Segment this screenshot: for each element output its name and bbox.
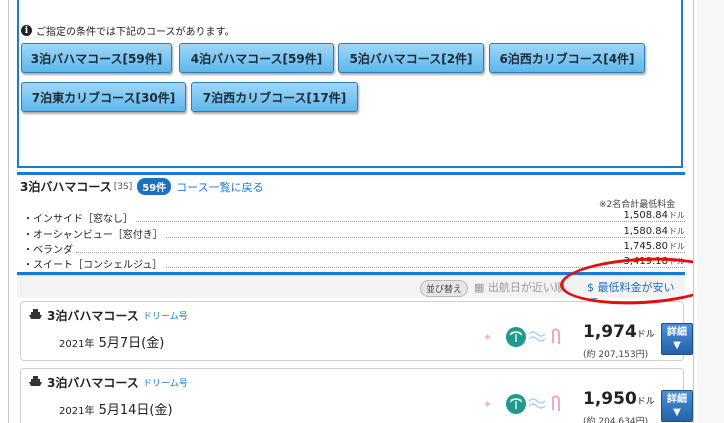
course-button-5night-bahamas[interactable]: 5泊バハマコース[2件] bbox=[338, 43, 484, 73]
info-icon: i bbox=[21, 25, 32, 36]
cabin-price-row: ・オーシャンビュー［窓付き］ 1,580.84ドル bbox=[23, 226, 685, 241]
notice: i ご指定の条件では下記のコースがあります。 bbox=[21, 23, 235, 38]
sort-label: 並び替え bbox=[420, 280, 469, 297]
course-button-7night-east-caribbean[interactable]: 7泊東カリブコース[30件] bbox=[21, 82, 186, 112]
triangle-down-icon: ▼ bbox=[673, 340, 681, 351]
ship-icon bbox=[29, 376, 42, 386]
detail-button[interactable]: 詳細 ▼ bbox=[661, 323, 693, 355]
cabin-label: ・ベランダ bbox=[23, 241, 76, 256]
cabin-price: 1,508.84ドル bbox=[620, 210, 685, 221]
result-card: 3泊バハマコース ドリーム号 2021年 5月7日(金) ✦ 1,974ドル (… bbox=[20, 301, 693, 361]
triangle-down-icon: ▼ bbox=[673, 407, 681, 418]
cabin-price: 1,580.84ドル bbox=[620, 226, 685, 237]
main-frame: i ご指定の条件では下記のコースがあります。 3泊バハマコース[59件] 4泊バ… bbox=[8, 0, 694, 423]
section-divider bbox=[17, 172, 685, 175]
result-price: 1,950ドル bbox=[583, 389, 655, 409]
sort-by-date[interactable]: ▦ 出航日が近い順 bbox=[474, 279, 565, 295]
back-to-list-link[interactable]: コース一覧に戻る bbox=[176, 179, 263, 195]
result-course-name: 3泊バハマコース bbox=[47, 309, 139, 323]
cabin-label: ・スイート［コンシェルジュ］ bbox=[23, 256, 166, 271]
result-departure-date: 2021年 5月7日(金) bbox=[59, 336, 165, 351]
course-button-4night-bahamas[interactable]: 4泊バハマコース[59件] bbox=[179, 43, 334, 73]
course-button-7night-west-caribbean[interactable]: 7泊西カリブコース[17件] bbox=[191, 82, 358, 112]
result-course-name: 3泊バハマコース bbox=[47, 376, 139, 390]
cabin-price-row: ・インサイド［窓なし］ 1,508.84ドル bbox=[23, 210, 685, 225]
result-yen-price: (約 207,153円) bbox=[583, 350, 649, 360]
dotted-leader bbox=[23, 252, 685, 253]
course-header: 3泊バハマコース [3S] 59件 コース一覧に戻る bbox=[20, 178, 264, 195]
cabin-label: ・インサイド［窓なし］ bbox=[23, 210, 136, 225]
notice-text: ご指定の条件では下記のコースがあります。 bbox=[36, 27, 235, 38]
svg-text:✦: ✦ bbox=[483, 331, 492, 344]
count-badge: 59件 bbox=[137, 178, 172, 195]
course-code: [3S] bbox=[113, 181, 133, 192]
result-ship-name[interactable]: ドリーム号 bbox=[143, 376, 188, 389]
cabin-price-row: ・ベランダ 1,745.80ドル bbox=[23, 241, 685, 256]
result-card: 3泊バハマコース ドリーム号 2021年 5月14日(金) ✦ 1,950ドル … bbox=[20, 368, 693, 423]
result-price: 1,974ドル bbox=[583, 322, 655, 342]
destination-icons: ✦ bbox=[483, 327, 560, 347]
svg-text:✦: ✦ bbox=[483, 398, 492, 411]
course-title: 3泊バハマコース bbox=[20, 180, 112, 194]
result-departure-date: 2021年 5月14日(金) bbox=[59, 403, 173, 418]
ship-icon bbox=[29, 309, 42, 319]
price-note: ※2名合計最低料金 bbox=[599, 200, 676, 210]
cabin-label: ・オーシャンビュー［窓付き］ bbox=[23, 226, 166, 241]
result-yen-price: (約 204,634円) bbox=[583, 417, 649, 423]
course-button-3night-bahamas[interactable]: 3泊バハマコース[59件] bbox=[21, 43, 172, 73]
detail-button[interactable]: 詳細 ▼ bbox=[661, 390, 693, 422]
destination-icons: ✦ bbox=[483, 394, 560, 414]
page-margin bbox=[697, 0, 724, 423]
calendar-icon: ▦ bbox=[474, 281, 485, 294]
cabin-price: 1,745.80ドル bbox=[620, 241, 685, 252]
course-button-6night-west-caribbean[interactable]: 6泊西カリブコース[4件] bbox=[489, 43, 645, 73]
result-ship-name[interactable]: ドリーム号 bbox=[143, 309, 188, 322]
